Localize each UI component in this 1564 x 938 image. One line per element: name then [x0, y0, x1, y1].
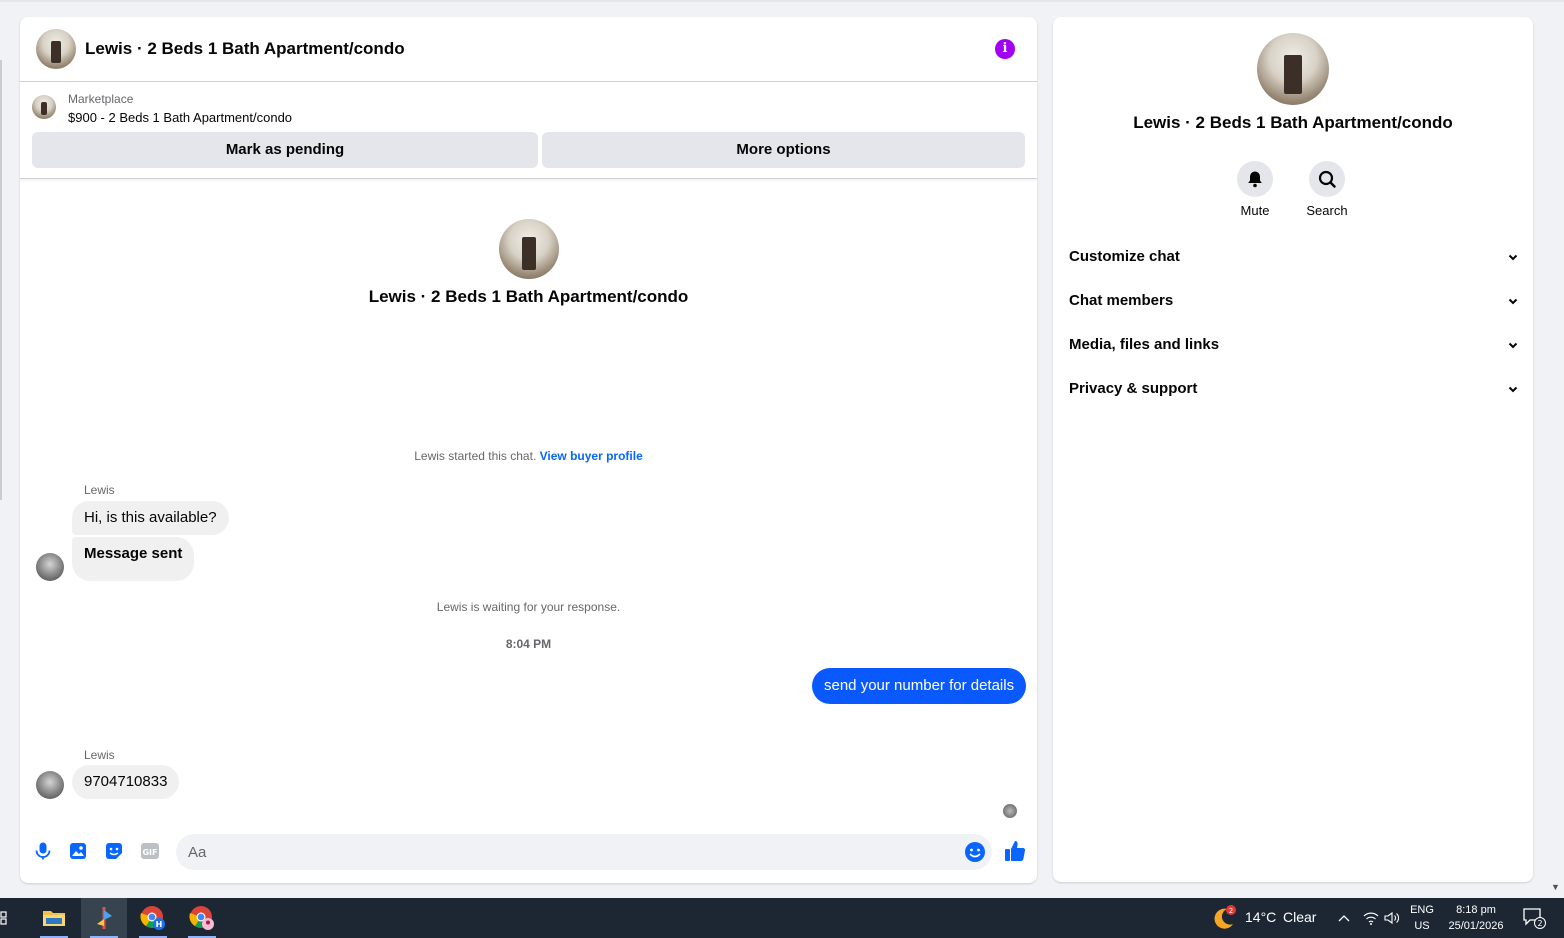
section-label: Privacy & support: [1069, 380, 1198, 397]
weather-condition[interactable]: Clear: [1283, 909, 1316, 925]
chevron-down-icon: [1508, 386, 1518, 393]
intro-avatar: [499, 219, 559, 279]
sticker-icon[interactable]: [104, 841, 124, 861]
notification-count: 2: [1537, 919, 1542, 928]
chrome-profile-icon[interactable]: [182, 898, 222, 938]
composer: GIF: [20, 829, 1037, 883]
info-title: Lewis · 2 Beds 1 Bath Apartment/condo: [1133, 113, 1453, 132]
outgoing-message[interactable]: send your number for details: [812, 668, 1027, 704]
emoji-icon[interactable]: [964, 841, 986, 863]
section-label: Media, files and links: [1069, 336, 1220, 353]
sender-avatar[interactable]: [36, 553, 64, 581]
sender-avatar[interactable]: [36, 771, 64, 799]
listing-price-title[interactable]: $900 - 2 Beds 1 Bath Apartment/condo: [68, 110, 292, 125]
bell-icon[interactable]: [1237, 161, 1273, 197]
info-icon[interactable]: i: [995, 39, 1015, 59]
clock[interactable]: 8:18 pm 25/01/2026: [1440, 902, 1512, 934]
listing-avatar[interactable]: [36, 29, 76, 69]
left-window-edge: [0, 60, 2, 500]
notifications-icon[interactable]: 2: [1514, 898, 1554, 938]
network-icon[interactable]: [1360, 898, 1382, 938]
section-label: Chat members: [1069, 292, 1174, 309]
chat-title[interactable]: Lewis · 2 Beds 1 Bath Apartment/condo: [85, 39, 405, 59]
view-buyer-profile-link[interactable]: View buyer profile: [540, 449, 643, 463]
incoming-message[interactable]: 9704710833: [72, 765, 180, 799]
search-button[interactable]: Search: [1297, 161, 1357, 218]
chevron-down-icon: [1508, 298, 1518, 305]
incoming-message[interactable]: Hi, is this available?: [72, 501, 229, 535]
chat-started-text: Lewis started this chat.: [414, 449, 537, 463]
section-privacy-support[interactable]: Privacy & support: [1061, 367, 1525, 411]
section-media-files-links[interactable]: Media, files and links: [1061, 323, 1525, 367]
clock-date: 25/01/2026: [1448, 920, 1504, 932]
info-avatar[interactable]: [1257, 33, 1329, 105]
section-label: Customize chat: [1069, 248, 1180, 265]
message-input[interactable]: [176, 834, 992, 870]
temperature[interactable]: 14°C: [1245, 909, 1276, 925]
seen-indicator: [1003, 804, 1017, 818]
more-options-button[interactable]: More options: [542, 132, 1025, 168]
scroll-down-arrow[interactable]: ▼: [1551, 882, 1560, 892]
like-icon[interactable]: [1004, 839, 1026, 863]
language-indicator[interactable]: ENG US: [1404, 902, 1440, 934]
weather-icon[interactable]: 2: [1204, 898, 1244, 938]
top-border: [0, 0, 1564, 2]
sender-name: Lewis: [84, 483, 115, 497]
listing-thumbnail[interactable]: [32, 95, 56, 119]
gif-icon[interactable]: GIF: [140, 841, 160, 861]
task-view-icon[interactable]: [0, 898, 14, 938]
section-chat-members[interactable]: Chat members: [1061, 279, 1525, 323]
search-label: Search: [1306, 203, 1348, 218]
language-code: ENG: [1410, 904, 1434, 916]
taskbar: H 2 14°C Clear ENG US 8:18 pm 25/01/2026…: [0, 898, 1564, 938]
intro-title: Lewis · 2 Beds 1 Bath Apartment/condo: [368, 287, 689, 306]
gif-label: GIF: [142, 848, 157, 857]
chevron-down-icon: [1508, 342, 1518, 349]
keyboard-layout: US: [1414, 920, 1430, 932]
listing-bar: Marketplace $900 - 2 Beds 1 Bath Apartme…: [20, 83, 1037, 179]
volume-icon[interactable]: [1381, 898, 1403, 938]
waiting-notice: Lewis is waiting for your response.: [436, 600, 621, 614]
chat-panel: Lewis · 2 Beds 1 Bath Apartment/condo i …: [20, 17, 1037, 883]
mute-button[interactable]: Mute: [1225, 161, 1285, 218]
mute-label: Mute: [1240, 203, 1270, 218]
chrome-profile-h-icon[interactable]: H: [133, 898, 173, 938]
sender-name: Lewis: [84, 748, 115, 762]
mark-as-pending-button[interactable]: Mark as pending: [32, 132, 538, 168]
incoming-message[interactable]: Message sent: [72, 537, 195, 581]
chevron-down-icon: [1508, 254, 1518, 261]
chat-started-notice: Lewis started this chat. View buyer prof…: [20, 449, 1037, 463]
chat-header: Lewis · 2 Beds 1 Bath Apartment/condo i: [20, 17, 1037, 82]
message-timestamp: 8:04 PM: [505, 637, 552, 651]
weather-badge: 2: [1229, 907, 1233, 915]
chevron-up-icon[interactable]: [1332, 898, 1356, 938]
photo-icon[interactable]: [68, 841, 88, 861]
file-explorer-icon[interactable]: [34, 898, 74, 938]
app-icon[interactable]: [81, 898, 127, 938]
profile-letter: H: [156, 920, 163, 929]
clock-time: 8:18 pm: [1456, 904, 1496, 916]
mic-icon[interactable]: [33, 841, 53, 861]
search-icon[interactable]: [1309, 161, 1345, 197]
section-customize-chat[interactable]: Customize chat: [1061, 235, 1525, 279]
listing-source: Marketplace: [68, 92, 134, 106]
conversation-info-panel: Lewis · 2 Beds 1 Bath Apartment/condo Mu…: [1053, 17, 1533, 882]
